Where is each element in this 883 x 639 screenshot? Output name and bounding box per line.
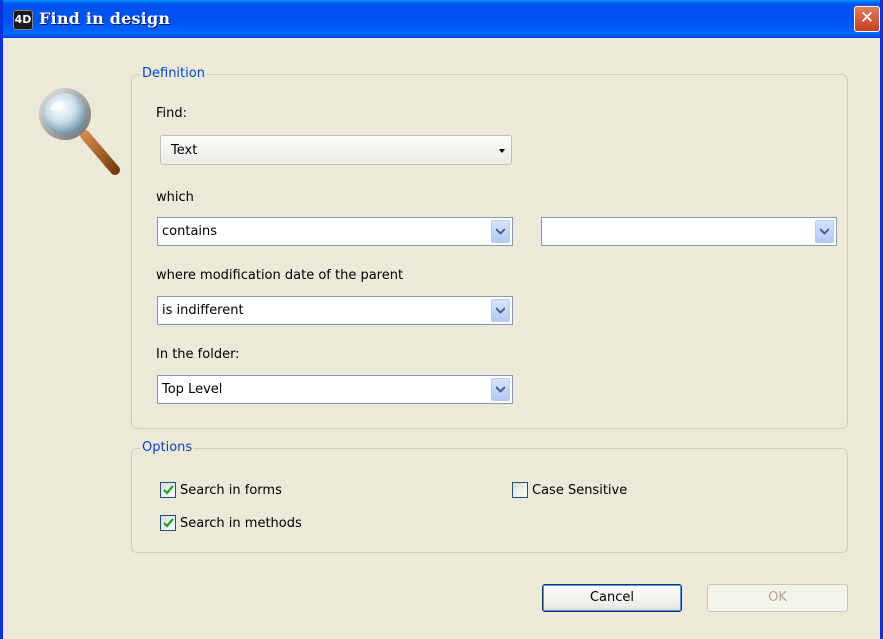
find-label: Find: [156, 106, 188, 121]
app-icon: 4D [13, 10, 33, 30]
dropdown-arrow-icon [499, 149, 505, 153]
window-title: Find in design [39, 9, 171, 28]
folder-select[interactable]: Top Level [157, 375, 513, 404]
definition-legend: Definition [140, 66, 207, 81]
options-group: Options Search in forms Search in method… [131, 440, 848, 553]
which-value-select[interactable] [541, 217, 837, 246]
dialog-body: Definition Find: Text which contains whe… [3, 38, 880, 639]
search-in-methods-checkbox[interactable]: Search in methods [160, 515, 302, 531]
magnifier-icon [39, 88, 120, 175]
checkbox-box[interactable] [160, 515, 176, 531]
date-label: where modification date of the parent [156, 268, 404, 283]
chevron-down-icon [815, 220, 834, 243]
close-button[interactable]: ✕ [854, 6, 880, 32]
ok-button[interactable]: OK [707, 584, 848, 612]
close-icon: ✕ [859, 8, 875, 28]
case-sensitive-label: Case Sensitive [532, 482, 628, 498]
which-label: which [156, 190, 194, 205]
chevron-down-icon [491, 299, 510, 322]
case-sensitive-checkbox[interactable]: Case Sensitive [512, 482, 627, 498]
checkbox-box[interactable] [512, 482, 528, 498]
chevron-down-icon [491, 378, 510, 401]
search-in-methods-label: Search in methods [180, 515, 302, 531]
find-type-value: Text [171, 143, 198, 158]
chevron-down-icon [491, 220, 510, 243]
title-bar[interactable]: 4D Find in design ✕ [3, 0, 880, 38]
checkmark-icon [163, 485, 174, 495]
search-in-forms-label: Search in forms [180, 482, 282, 498]
which-condition-select[interactable]: contains [157, 217, 513, 246]
cancel-button[interactable]: Cancel [542, 584, 682, 612]
find-dialog: 4D Find in design ✕ Definition Find: Tex… [0, 0, 883, 639]
checkmark-icon [163, 518, 174, 528]
modification-date-select[interactable]: is indifferent [157, 296, 513, 325]
search-in-forms-checkbox[interactable]: Search in forms [160, 482, 282, 498]
find-type-select[interactable]: Text [160, 135, 512, 165]
folder-value: Top Level [162, 382, 223, 397]
options-legend: Options [140, 440, 195, 455]
checkbox-box[interactable] [160, 482, 176, 498]
modification-date-value: is indifferent [162, 303, 244, 318]
definition-group: Definition Find: Text which contains whe… [131, 66, 848, 429]
folder-label: In the folder: [156, 347, 240, 362]
which-condition-value: contains [162, 224, 218, 239]
